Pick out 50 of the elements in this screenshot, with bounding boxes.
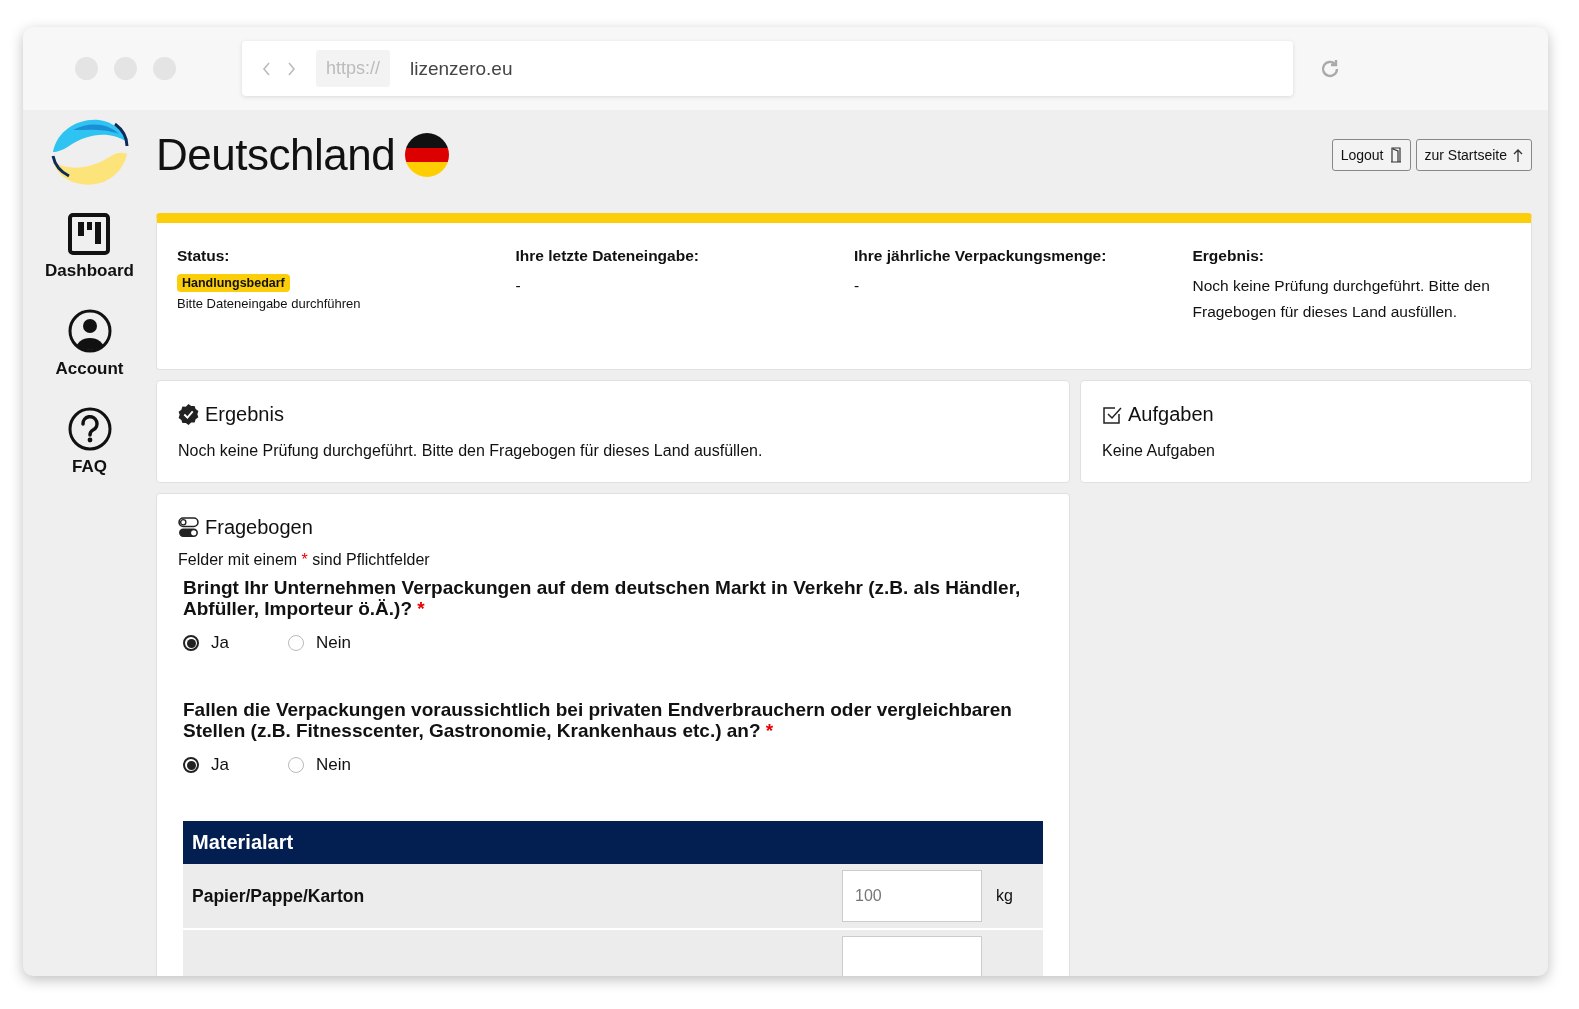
question-text: Bringt Ihr Unternehmen Verpackungen auf dem deutschen Markt in Verkehr (z.B. als Händler, Abfüller, Importeur ö.Ä.)? * [183,577,1022,619]
door-icon [1389,147,1402,163]
radio-button[interactable] [288,757,304,773]
sidebar-item[interactable]: Account [49,308,130,380]
card-title: Fragebogen [205,516,313,539]
url-text: lizenzero.eu [410,57,513,80]
header-button[interactable]: Logout [1331,139,1411,171]
amount-field[interactable]: 100 [842,870,982,922]
status-text: - [515,276,522,296]
radio-button[interactable] [288,635,304,651]
arrow-up-icon [1513,147,1523,163]
radio-option[interactable]: Ja [183,633,288,653]
amount-field[interactable] [842,936,982,976]
required-hint: Felder mit einem * sind Pflichtfelder [178,551,431,569]
question-text: Fallen die Verpackungen voraussichtlich bei privaten Endverbrauchern oder vergleichbaren Stellen (z.B. Fitnesscenter, Gastronomie, Krankenhaus etc.) an? * [183,699,1013,741]
result-text: Noch keine Prüfung durchgeführt. Bitte den Fragebogen für dieses Land ausfüllen. [178,442,764,460]
page-title: Deutschland [156,130,396,180]
status-heading: Ihre jährliche Verpackungsmenge: [854,247,1108,265]
status-heading: Status: [177,247,231,265]
unit-label: kg [996,887,1014,905]
status-heading: Ergebnis: [1192,247,1265,265]
radio-option[interactable]: Nein [288,755,393,775]
card-title: Aufgaben [1128,403,1214,426]
status-note: Bitte Dateneingabe durchführen [177,296,362,311]
table-header: Materialart [183,821,1043,864]
url-scheme: https:// [316,50,391,87]
material-label: Papier/Pappe/Karton [192,885,366,907]
checkbox-icon [1102,404,1122,425]
user-icon [67,309,112,353]
sidebar-item[interactable]: FAQ [61,406,118,478]
radio-button[interactable] [183,757,199,773]
radio-button[interactable] [183,635,199,651]
status-heading: Ihre letzte Dateneingabe: [515,247,700,265]
card-title: Ergebnis [205,403,284,426]
toggle-icon [178,517,199,538]
reload-icon[interactable] [1319,57,1341,80]
sidebar-item[interactable]: Dashboard [39,212,140,282]
radio-option[interactable]: Nein [288,633,393,653]
flag-icon [405,133,450,177]
status-text: Noch keine Prüfung durchgeführt. Bitte den Fragebogen für dieses Land ausfüllen. [1192,276,1491,322]
tasks-text: Keine Aufgaben [1102,442,1216,460]
help-icon [67,407,112,451]
back-forward-icon[interactable] [262,61,296,76]
status-text: - [854,276,861,296]
verified-badge-icon [178,404,199,425]
address-bar[interactable]: https:// lizenzero.eu [242,41,1293,96]
radio-option[interactable]: Ja [183,755,288,775]
header-button[interactable]: zur Startseite [1415,139,1532,171]
status-badge: Handlungsbedarf [177,274,290,292]
kanban-board-icon [68,213,111,255]
